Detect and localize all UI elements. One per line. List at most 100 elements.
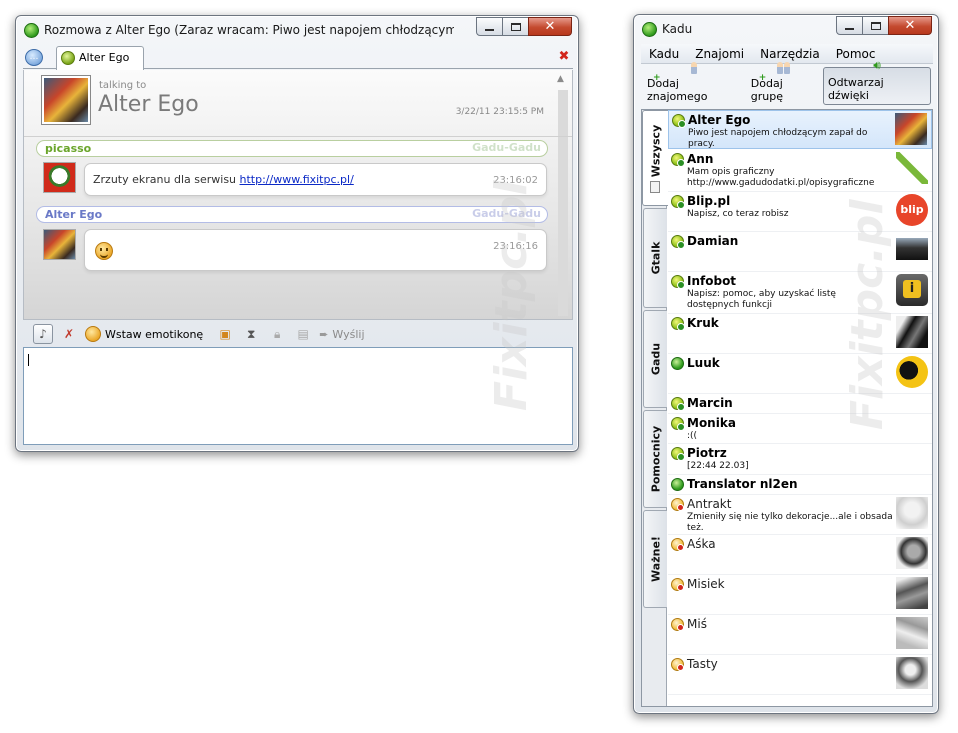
maximize-icon [870, 21, 881, 30]
contact-item[interactable]: Monika :(( [668, 414, 932, 444]
tab-pomocnicy[interactable]: Pomocnicy [643, 410, 667, 508]
sender-avatar [43, 162, 76, 193]
contact-name: Aśka [687, 537, 716, 551]
contact-info-icon[interactable]: ▤ [293, 324, 313, 344]
close-icon: ✕ [904, 18, 916, 33]
contact-item[interactable]: Miś [668, 615, 932, 655]
contact-item[interactable]: Piotrz [22:44 22.03] [668, 444, 932, 475]
clear-chat-icon[interactable]: ✗ [59, 324, 79, 344]
speaker-icon: 🔊︎ [873, 58, 881, 72]
close-button[interactable]: ✕ [888, 16, 932, 35]
online-status-icon [671, 447, 685, 461]
send-label: Wyślij [332, 327, 365, 341]
chat-window-title: Rozmowa z Alter Ego (Zaraz wracam: Piwo … [44, 23, 454, 37]
maximize-button[interactable] [502, 17, 529, 36]
contact-name: Marcin [687, 396, 733, 410]
close-button[interactable]: ✕ [528, 17, 572, 36]
chat-message-view[interactable]: ▲ talking to Alter Ego 3/22/11 23:15:5 P… [23, 70, 573, 320]
message-time: 23:16:16 [493, 241, 538, 252]
kadu-titlebar[interactable]: Kadu ✕ [634, 15, 938, 43]
message-header: picasso Gadu-Gadu [36, 140, 548, 157]
contact-avatar [896, 657, 928, 689]
contact-item[interactable]: Tasty [668, 655, 932, 695]
scrollbar[interactable] [558, 90, 568, 316]
tab-label: Gtalk [649, 241, 662, 275]
tab-gadu[interactable]: Gadu [643, 310, 667, 408]
history-icon[interactable]: ⧗ [241, 324, 261, 344]
group-tabs: Wszyscy Gtalk Gadu Pomocnicy Ważne! [642, 110, 668, 706]
insert-image-icon[interactable]: ▣ [215, 324, 235, 344]
tab-gtalk[interactable]: Gtalk [643, 208, 667, 308]
contact-description: Piwo jest napojem chłodzącym zapał do pr… [688, 128, 868, 149]
menu-znajomi[interactable]: Znajomi [695, 47, 744, 61]
contact-name: Monika [687, 416, 736, 430]
contact-avatar [896, 316, 928, 348]
contact-avatar [896, 238, 928, 260]
menu-bar: Kadu Znajomi Narzędzia Pomoc [641, 44, 933, 64]
message-input[interactable] [23, 347, 573, 445]
message-time: 23:16:02 [493, 175, 538, 186]
insert-emoticon-button[interactable]: Wstaw emotikonę [85, 326, 203, 342]
contact-name: Piotrz [687, 446, 727, 460]
maximize-button[interactable] [862, 16, 889, 35]
contact-item[interactable]: Blip.pl Napisz, co teraz robisz blip [668, 192, 932, 232]
encryption-lock-icon[interactable]: 🔒︎ [267, 324, 287, 344]
header-divider [24, 136, 572, 137]
talking-to-label: talking to [99, 80, 147, 91]
online-status-icon [672, 114, 686, 128]
contact-item[interactable]: Misiek [668, 575, 932, 615]
online-status-icon [671, 478, 684, 491]
minimize-button[interactable] [476, 17, 503, 36]
conference-icon[interactable]: … [25, 49, 43, 66]
contact-avatar [896, 617, 928, 649]
contact-item[interactable]: Translator nl2en [668, 475, 932, 495]
contact-item[interactable]: Ann Mam opis graficzny http://www.gadudo… [668, 150, 932, 192]
contact-item[interactable]: Alter Ego Piwo jest napojem chłodzącym z… [668, 110, 932, 149]
contact-description: Mam opis graficzny http://www.gadudodatk… [687, 167, 875, 188]
contact-description: Zmieniły się nie tylko dekoracje...ale i… [687, 512, 893, 533]
menu-kadu[interactable]: Kadu [649, 47, 679, 61]
contact-item[interactable]: Luuk [668, 354, 932, 394]
insert-emoticon-label: Wstaw emotikonę [105, 327, 204, 341]
menu-narzedzia[interactable]: Narzędzia [760, 47, 820, 61]
add-contact-button[interactable]: + Dodaj znajomego [643, 62, 745, 105]
play-sounds-toggle[interactable]: 🔊︎ Odtwarzaj dźwięki [822, 58, 931, 105]
online-status-icon [671, 195, 685, 209]
contact-avatar [896, 537, 928, 569]
scroll-up-icon[interactable]: ▲ [557, 74, 569, 86]
contact-description: [22:44 22.03] [687, 461, 749, 471]
message-sender: picasso [45, 142, 92, 155]
tab-wazne[interactable]: Ważne! [643, 510, 667, 608]
kadu-app-icon [642, 22, 657, 37]
minimize-button[interactable] [836, 16, 863, 35]
tab-alter-ego[interactable]: Alter Ego [56, 46, 144, 70]
tab-wszyscy[interactable]: Wszyscy [642, 110, 668, 206]
chat-timestamp: 3/22/11 23:15:5 PM [455, 107, 544, 117]
contact-avatar [895, 113, 927, 145]
tab-label: Pomocnicy [649, 425, 662, 493]
message-sender: Alter Ego [45, 208, 103, 221]
auto-send-icon[interactable]: ♪ [33, 324, 53, 344]
contact-description: Napisz: pomoc, aby uzyskać listę dostępn… [687, 289, 836, 310]
contact-list[interactable]: Alter Ego Piwo jest napojem chłodzącym z… [668, 110, 932, 706]
contact-name: Blip.pl [687, 194, 731, 208]
add-group-button[interactable]: + Dodaj grupę [747, 62, 821, 105]
online-status-icon [671, 417, 685, 431]
chat-titlebar[interactable]: Rozmowa z Alter Ego (Zaraz wracam: Piwo … [16, 16, 578, 44]
contact-item[interactable]: Marcin [668, 394, 932, 414]
chat-window-controls: ✕ [476, 17, 572, 36]
smiley-emoticon-icon [95, 242, 113, 260]
contact-avatar [896, 356, 928, 388]
contact-item[interactable]: Aśka [668, 535, 932, 575]
contact-name: Miś [687, 617, 707, 631]
send-button[interactable]: ➨ Wyślij [319, 328, 364, 341]
contact-item[interactable]: Kruk [668, 314, 932, 354]
close-tab-icon[interactable]: ✖ [557, 50, 571, 64]
contact-item[interactable]: Infobot Napisz: pomoc, aby uzyskać listę… [668, 272, 932, 314]
contact-item[interactable]: Damian [668, 232, 932, 272]
contact-name: Alter Ego [688, 113, 751, 127]
minimize-icon [845, 28, 854, 30]
contact-name: Damian [687, 234, 739, 248]
message-link[interactable]: http://www.fixitpc.pl/ [240, 173, 354, 186]
contact-item[interactable]: Antrakt Zmieniły się nie tylko dekoracje… [668, 495, 932, 535]
